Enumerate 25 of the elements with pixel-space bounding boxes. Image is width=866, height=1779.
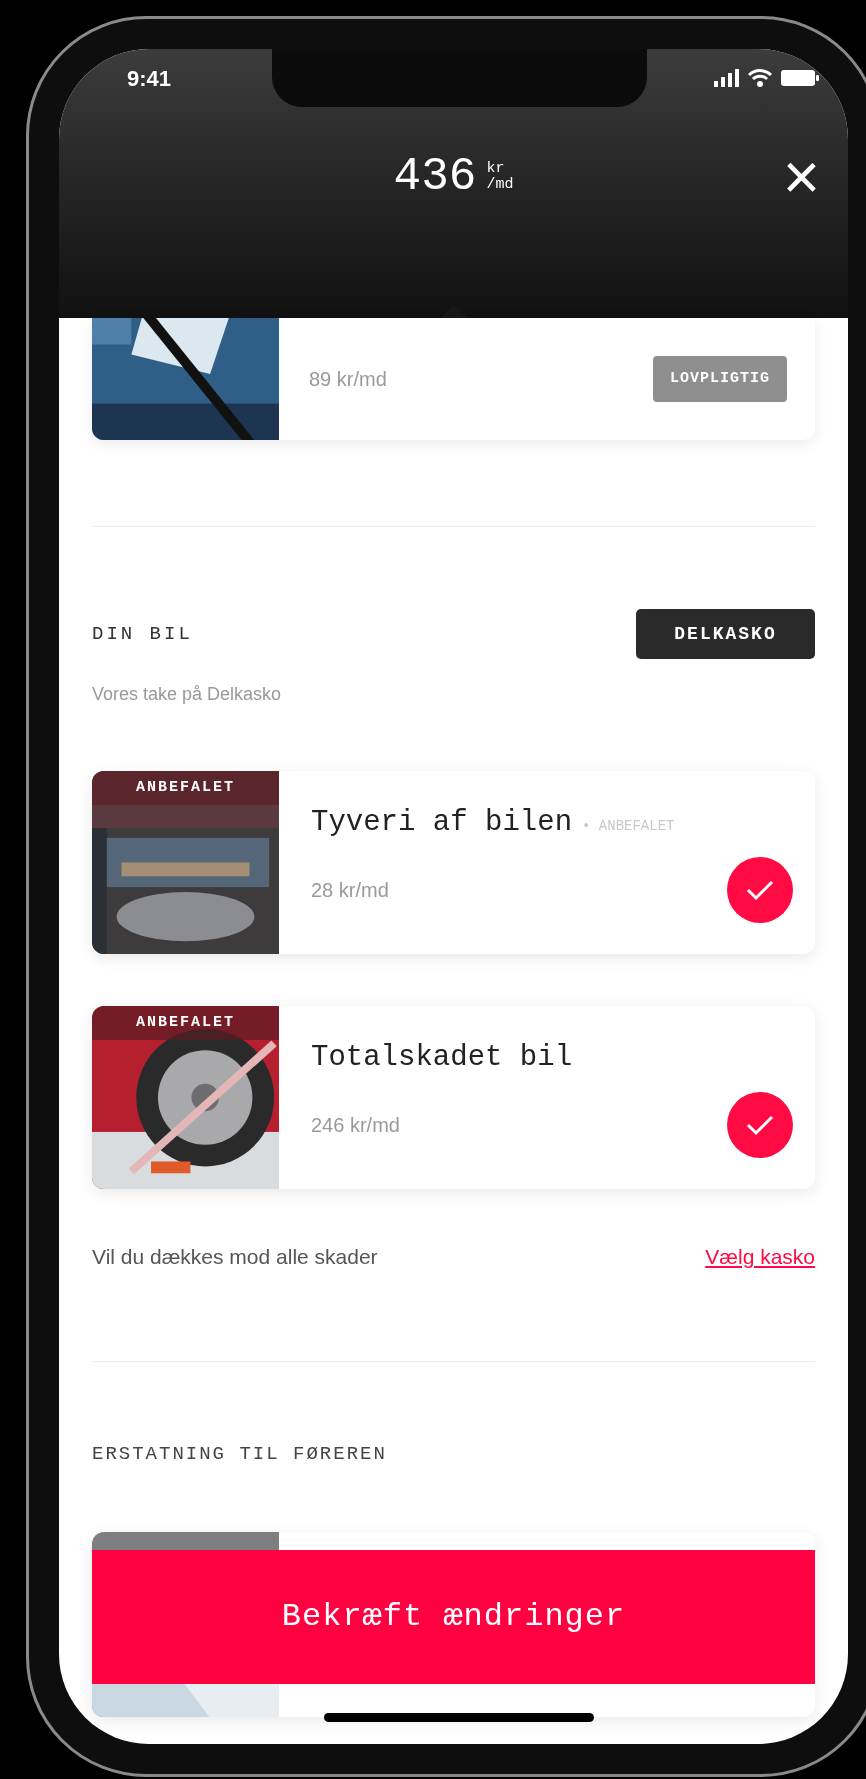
check-circle-icon[interactable] bbox=[727, 856, 793, 923]
recommended-badge: ANBEFALET bbox=[92, 1006, 279, 1040]
section-subtitle: Vores take på Delkasko bbox=[92, 683, 283, 706]
battery-icon bbox=[780, 69, 820, 87]
card-price: 89 kr/md bbox=[309, 367, 387, 392]
signal-icon bbox=[714, 69, 740, 87]
section-title: ERSTATNING TIL FØREREN bbox=[92, 1441, 388, 1467]
card-price: 28 kr/md bbox=[311, 877, 389, 903]
coverage-type-button[interactable]: DELKASKO bbox=[636, 609, 815, 659]
card-price: 246 kr/md bbox=[311, 1112, 400, 1138]
price-unit: kr bbox=[486, 161, 506, 177]
check-circle-icon[interactable] bbox=[727, 1091, 793, 1158]
mandatory-badge: LOVPLIGTIG bbox=[653, 355, 787, 403]
monthly-price: 436 bbox=[393, 154, 477, 200]
price-period: /md bbox=[486, 177, 514, 193]
choose-kasko-link[interactable]: Vælg kasko bbox=[705, 1241, 815, 1273]
section-title: DIN BIL bbox=[92, 621, 193, 647]
card-title: Totalskadet bil bbox=[311, 1040, 573, 1076]
wifi-icon bbox=[748, 69, 772, 87]
footer-text: Vil du dækkes mod alle skader bbox=[92, 1244, 378, 1270]
card-title: Tyveri af bilen bbox=[311, 805, 573, 841]
confirm-button[interactable]: Bekræft ændringer bbox=[92, 1550, 815, 1684]
recommended-badge: ANBEFALET bbox=[92, 771, 279, 805]
status-time: 9:41 bbox=[127, 64, 172, 93]
close-button[interactable]: × bbox=[782, 149, 820, 205]
